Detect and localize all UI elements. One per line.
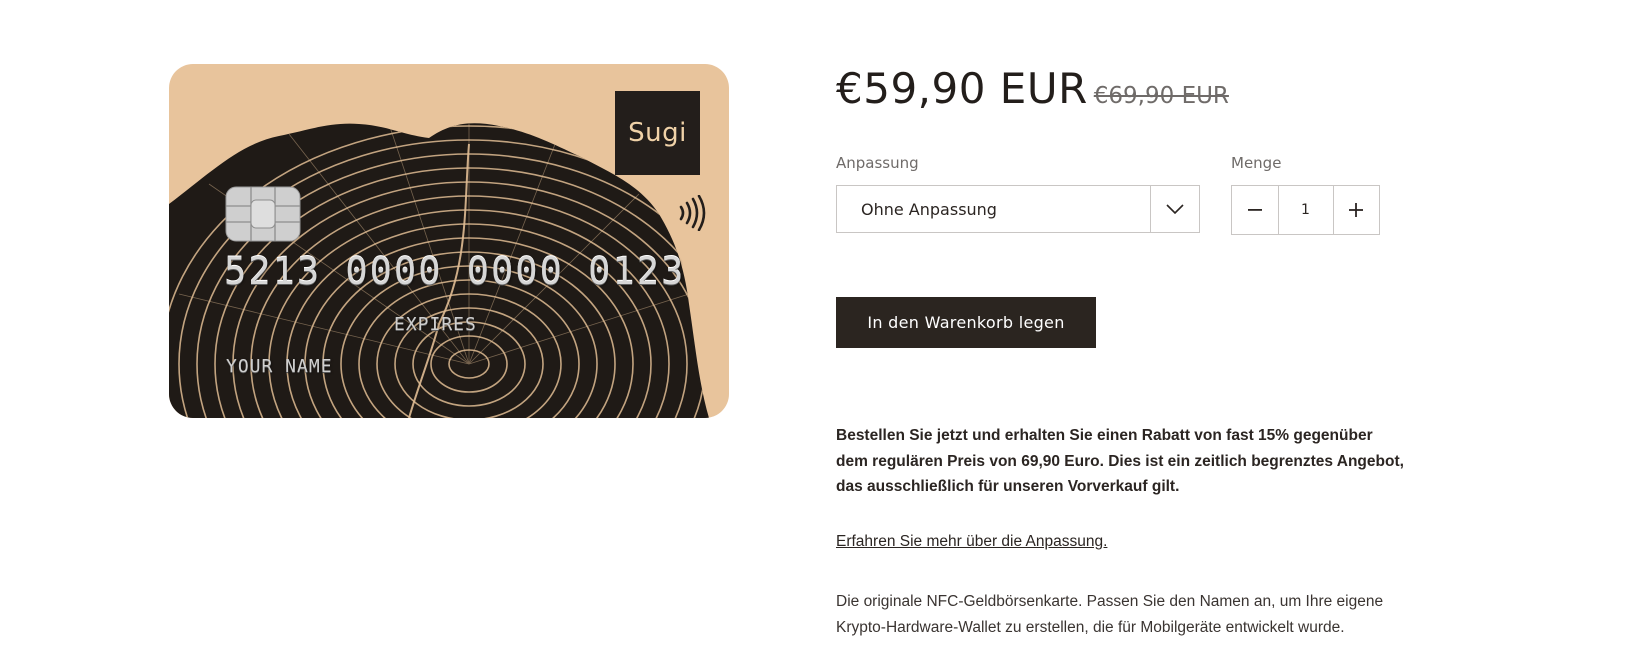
quantity-decrease-button[interactable] bbox=[1232, 186, 1279, 234]
price-current: €59,90 EUR bbox=[836, 64, 1088, 113]
quantity-stepper bbox=[1231, 185, 1380, 235]
learn-more-link[interactable]: Erfahren Sie mehr über die Anpassung. bbox=[836, 533, 1107, 551]
chevron-down-icon[interactable] bbox=[1150, 186, 1199, 232]
promo-text: Bestellen Sie jetzt und erhalten Sie ein… bbox=[836, 427, 1404, 495]
brand-logo-text: Sugi bbox=[628, 118, 687, 148]
adjust-label: Anpassung bbox=[836, 154, 919, 172]
price-old: €69,90 EUR bbox=[1093, 83, 1229, 109]
adjust-select-value: Ohne Anpassung bbox=[861, 199, 997, 219]
quantity-input[interactable] bbox=[1278, 186, 1333, 234]
price-row: €59,90 EUR €69,90 EUR bbox=[836, 64, 1229, 113]
card-number: 5213 0000 0000 0123 bbox=[224, 250, 686, 293]
plus-icon bbox=[1349, 203, 1364, 217]
contactless-icon bbox=[679, 195, 706, 231]
quantity-increase-button[interactable] bbox=[1332, 186, 1380, 234]
card-name-label: YOUR NAME bbox=[226, 356, 333, 377]
quantity-label: Menge bbox=[1231, 154, 1282, 172]
brand-logo: Sugi bbox=[615, 91, 700, 175]
product-card-image: Sugi 5213 0000 0000 0123 EXPIRES YOUR NA… bbox=[169, 64, 729, 418]
chip-icon bbox=[225, 186, 301, 242]
product-description: Die originale NFC-Geldbörsenkarte. Passe… bbox=[836, 593, 1384, 636]
minus-icon bbox=[1247, 209, 1262, 211]
product-page: Sugi 5213 0000 0000 0123 EXPIRES YOUR NA… bbox=[0, 0, 1627, 669]
card-expires-label: EXPIRES bbox=[394, 314, 477, 335]
add-to-cart-button[interactable]: In den Warenkorb legen bbox=[836, 297, 1096, 348]
adjust-select[interactable]: Ohne Anpassung bbox=[836, 185, 1200, 233]
